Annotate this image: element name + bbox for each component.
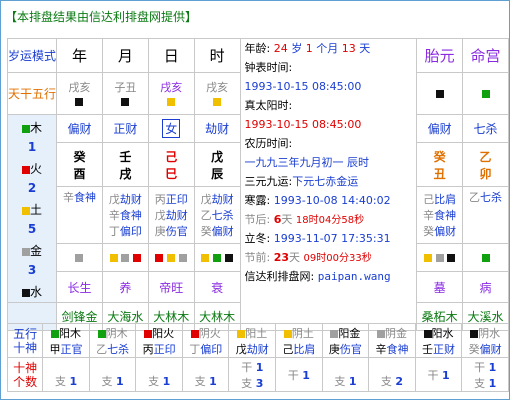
year-shishen: 偏财 [56,113,103,144]
water-square-icon [435,90,444,98]
info-panel: 年龄: 24 岁 1 个月 13 天 钟表时间: 1993-10-15 08:4… [239,38,418,331]
wx-shi-cell: 阴火 丁偏印 [181,323,230,358]
month-shishen: 正财 [101,113,149,144]
col-minggong: 命宫 [462,38,509,73]
earth-square-icon [22,206,30,215]
month-canggan: 戊劫财 辛食神 丁偏印 [101,186,149,244]
col-day: 日 [147,38,195,73]
hour-changsheng: 衰 [193,271,241,303]
site-line[interactable]: 信达利排盘网: paipan.wang [245,267,416,286]
day-squares [147,242,195,273]
mode-label[interactable]: 岁运模式 [6,38,58,73]
wx-shi-cell: 阳火 丙正印 [135,323,183,358]
wx-shi-cell: 阴金 辛食神 [368,323,416,358]
taiyuan-canggan: 己比肩 辛食神 癸偏财 [416,186,464,244]
lidong-line: 立冬: 1993-11-07 17:35:31 [244,232,391,245]
water-square-icon [121,98,130,106]
wx-shi-label: 五行十神 [6,323,44,358]
wx-shi-cell: 阳土 戊劫财 [228,323,277,358]
year-gz: 戌亥 [56,72,103,115]
tiangan-wuxing-label: 天干五行 [6,72,58,115]
month-changsheng: 养 [101,271,149,303]
day-changsheng: 帝旺 [147,271,195,303]
taiyuan-gz [416,72,464,115]
hour-shishen: 劫财 [193,113,241,144]
hour-canggan: 戊劫财 乙七杀 癸偏财 [193,186,241,244]
hanlu-line: 寒露: 1993-10-08 14:40:02 [244,194,391,207]
day-master: 女 [147,113,195,144]
jieqi-after-line: 节后: 6天 18时04分58秒 [244,213,365,226]
count-cell: 支 1 [135,357,183,392]
water-square-icon [75,98,84,106]
wx-shi-cell: 阳金 庚伤官 [321,323,370,358]
minggong-shishen: 七杀 [462,113,509,144]
count-cell: 支 1 [181,357,230,392]
month-gz: 子丑 [101,72,149,115]
count-cell: 干 1 [275,357,323,392]
count-cell: 支 1 [88,357,137,392]
clock-label: 钟表时间: [244,61,293,74]
day-gz: 戌亥 [147,72,195,115]
fire-square-icon [22,165,30,174]
banner: 【本排盘结果由信达利排盘网提供】 [5,10,198,24]
sanyuan-line: 三元九运:下元七赤金运 [244,175,359,188]
wuxing-counts: 木1 火2 土5 金3 水3 [6,114,58,303]
count-cell: 支 2 [368,357,416,392]
taiyuan-squares [416,242,464,273]
wx-shi-cell: 阴土 己比肩 [275,323,323,358]
jieqi-before-line: 节前: 23天 09时00分33秒 [244,251,372,264]
month-squares [101,242,149,273]
count-cell: 支 1 [321,357,370,392]
shishen-table: 五行十神 阳木 甲正官 阴木 乙七杀 阳火 丙正印 阴火 丁偏印 阳土 戊劫财 阴土 己比肩… [6,323,509,392]
wx-shi-cell: 阳水 壬正财 [414,323,463,358]
minggong-ganzhi: 乙卯 [462,142,509,188]
taiyuan-changsheng: 墓 [416,271,464,303]
solar-label: 真太阳时: [244,99,293,112]
wx-shi-cell: 阴木 乙七杀 [88,323,137,358]
wood-square-icon [481,90,490,98]
year-squares [56,242,103,273]
lunar-label: 农历时间: [244,137,293,150]
count-label: 十神个数 [6,357,44,392]
taiyuan-shishen: 偏财 [416,113,464,144]
age-line: 年龄: 24 岁 1 个月 13 天 [244,42,371,55]
metal-square-icon [22,247,30,256]
bazi-table: 岁运模式 年 月 日 时 年龄: 24 岁 1 个月 13 天 钟表时间: 19… [6,38,509,331]
col-hour: 时 [193,38,241,73]
wx-shi-cell: 阴水 癸偏财 [461,323,509,358]
year-canggan: 辛食神 [56,186,103,244]
count-cell: 支 1 [42,357,90,392]
taiyuan-ganzhi: 癸丑 [416,142,464,188]
day-ganzhi: 己巳 [147,142,195,188]
water-square-icon [22,288,30,297]
year-changsheng: 长生 [56,271,103,303]
count-cell: 干 1支 3 [228,357,277,392]
minggong-canggan: 乙七杀 [462,186,509,244]
wood-square-icon [22,124,30,133]
clock-value: 1993-10-15 08:45:00 [244,80,362,93]
hour-ganzhi: 戊辰 [193,142,241,188]
paipan-panel: 【本排盘结果由信达利排盘网提供】 岁运模式 年 月 日 时 年龄: 24 岁 1… [0,0,510,400]
earth-square-icon [167,98,176,106]
day-canggan: 丙正印 戊劫财 庚伤官 [147,186,195,244]
solar-value: 1993-10-15 08:45:00 [244,118,362,131]
col-month: 月 [101,38,149,73]
month-ganzhi: 壬戌 [101,142,149,188]
minggong-squares [462,242,509,273]
earth-square-icon [213,98,222,106]
col-year: 年 [56,38,103,73]
minggong-changsheng: 病 [462,271,509,303]
count-cell: 干 1支 1 [461,357,509,392]
lunar-value: 一九九三年九月初一 辰时 [244,156,370,169]
hour-gz: 戌亥 [193,72,241,115]
year-ganzhi: 癸酉 [56,142,103,188]
wx-shi-cell: 阳木 甲正官 [42,323,90,358]
col-taiyuan: 胎元 [416,38,464,73]
count-cell: 干 1 [414,357,463,392]
hour-squares [193,242,241,273]
minggong-gz [462,72,509,115]
